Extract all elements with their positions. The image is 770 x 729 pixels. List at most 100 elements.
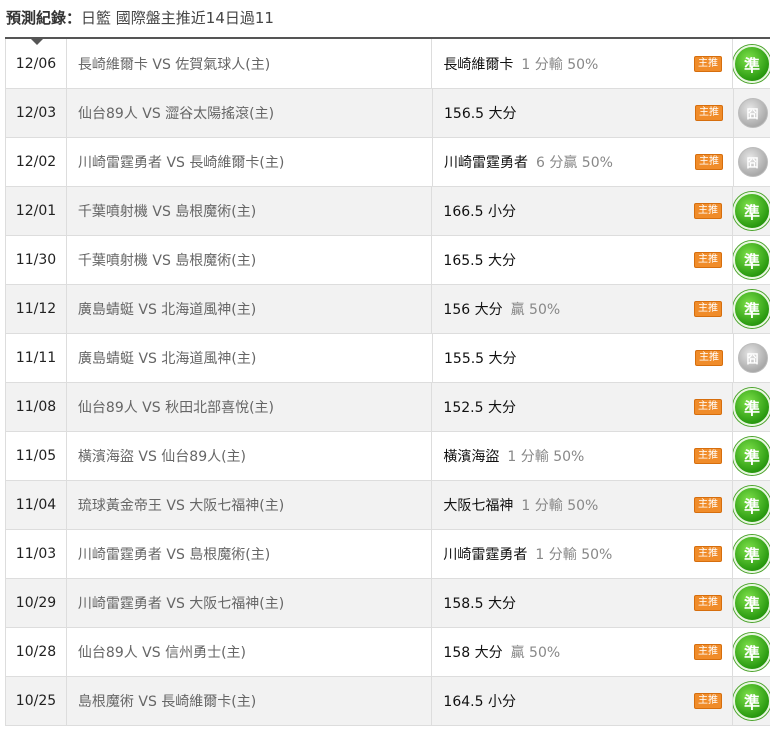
pick-detail: 1 分輸 50% [535,547,613,563]
result-cell: 囧 [734,138,770,186]
result-correct-icon: 準 [733,388,770,426]
pick-detail: 贏 50% [510,645,561,661]
table-row[interactable]: 11/08 仙台89人 VS 秋田北部喜悅(主) 152.5 大分 主推準 [6,383,770,432]
result-cell: 準 [733,628,770,676]
pick-detail: 贏 50% [510,302,561,318]
result-cell: 準 [733,236,770,284]
featured-badge: 主推 [695,105,723,121]
pick-label: 166.5 小分 [443,204,516,220]
header: 預測紀錄：日籃 國際盤主推近14日過11 [0,0,770,36]
result-correct-icon: 準 [733,486,770,524]
match-cell[interactable]: 川崎雷霆勇者 VS 島根魔術(主) [67,530,433,578]
result-cell: 準 [733,530,770,578]
result-cell: 準 [733,39,770,88]
page-title: 預測紀錄：日籃 國際盤主推近14日過11 [6,7,274,28]
result-correct-icon: 準 [733,682,770,720]
table-row[interactable]: 12/06 長崎維爾卡 VS 佐賀氣球人(主) 長崎維爾卡 1 分輸 50% 主推準 [6,39,770,89]
featured-badge: 主推 [694,399,723,415]
featured-badge: 主推 [695,154,723,170]
pick-cell: 長崎維爾卡 1 分輸 50% 主推 [432,39,734,88]
pick-cell: 165.5 大分 主推 [432,236,734,284]
match-cell[interactable]: 川崎雷霆勇者 VS 大阪七福神(主) [67,579,433,627]
table-row[interactable]: 12/02 川崎雷霆勇者 VS 長崎維爾卡(主) 川崎雷霆勇者 6 分贏 50% 主推囧 [6,138,770,187]
match-cell[interactable]: 仙台89人 VS 澀谷太陽搖滾(主) [67,89,433,137]
match-cell[interactable]: 川崎雷霆勇者 VS 長崎維爾卡(主) [67,138,433,186]
date-cell: 11/04 [6,481,67,529]
pick-cell: 川崎雷霆勇者 1 分輸 50% 主推 [432,530,734,578]
result-correct-icon: 準 [733,437,770,475]
date-cell: 12/06 [6,39,67,88]
result-cell: 囧 [734,89,770,137]
result-correct-icon: 準 [733,584,770,622]
result-correct-icon: 準 [733,44,770,83]
table-row[interactable]: 11/05 橫濱海盜 VS 仙台89人(主) 橫濱海盜 1 分輸 50% 主推準 [6,432,770,481]
table-row[interactable]: 11/04 琉球黃金帝王 VS 大阪七福神(主) 大阪七福神 1 分輸 50% 主推準 [6,481,770,530]
date-cell: 11/11 [6,334,67,382]
result-miss-icon: 囧 [737,98,768,128]
result-cell: 準 [733,187,770,235]
pick-label: 156 大分 [443,302,503,318]
date-cell: 10/25 [6,677,67,725]
pick-label: 大阪七福神 [443,498,514,514]
title-text: 日籃 國際盤主推近14日過11 [81,9,274,27]
pick-label: 橫濱海盜 [443,449,500,465]
match-cell[interactable]: 仙台89人 VS 秋田北部喜悅(主) [67,383,433,431]
table-row[interactable]: 11/12 廣島蜻蜓 VS 北海道風神(主) 156 大分贏 50% 主推準 [6,285,770,334]
match-cell[interactable]: 島根魔術 VS 長崎維爾卡(主) [67,677,433,725]
date-cell: 12/02 [6,138,67,186]
featured-badge: 主推 [694,301,723,317]
result-correct-icon: 準 [733,535,770,573]
table-row[interactable]: 12/03 仙台89人 VS 澀谷太陽搖滾(主) 156.5 大分 主推囧 [6,89,770,138]
date-cell: 10/29 [6,579,67,627]
table-row[interactable]: 10/28 仙台89人 VS 信州勇士(主) 158 大分贏 50% 主推準 [6,628,770,677]
pick-label: 155.5 大分 [444,351,517,367]
match-cell[interactable]: 仙台89人 VS 信州勇士(主) [67,628,433,676]
pick-detail: 1 分輸 50% [521,498,599,514]
featured-badge: 主推 [694,55,723,72]
pick-label: 165.5 大分 [443,253,516,269]
result-correct-icon: 準 [733,192,770,230]
date-cell: 10/28 [6,628,67,676]
pick-label: 川崎雷霆勇者 [444,155,528,171]
match-cell[interactable]: 橫濱海盜 VS 仙台89人(主) [67,432,433,480]
pick-cell: 大阪七福神 1 分輸 50% 主推 [432,481,734,529]
pick-cell: 152.5 大分 主推 [432,383,734,431]
match-cell[interactable]: 長崎維爾卡 VS 佐賀氣球人(主) [67,39,433,88]
featured-badge: 主推 [694,595,723,611]
table-row[interactable]: 12/01 千葉噴射機 VS 島根魔術(主) 166.5 小分 主推準 [6,187,770,236]
match-cell[interactable]: 千葉噴射機 VS 島根魔術(主) [67,236,433,284]
pick-label: 156.5 大分 [444,106,517,122]
table-row[interactable]: 11/03 川崎雷霆勇者 VS 島根魔術(主) 川崎雷霆勇者 1 分輸 50% 主推準 [6,530,770,579]
pick-label: 152.5 大分 [443,400,516,416]
match-cell[interactable]: 千葉噴射機 VS 島根魔術(主) [67,187,433,235]
table-row[interactable]: 10/25 島根魔術 VS 長崎維爾卡(主) 164.5 小分 主推準 [6,677,770,726]
result-cell: 準 [733,579,770,627]
pick-detail: 1 分輸 50% [507,449,585,465]
result-cell: 囧 [734,334,770,382]
date-cell: 11/05 [6,432,67,480]
date-cell: 11/30 [6,236,67,284]
title-prefix: 預測紀錄： [6,9,82,27]
pick-cell: 158 大分贏 50% 主推 [432,628,734,676]
pick-cell: 156 大分贏 50% 主推 [432,285,734,333]
table-row[interactable]: 11/30 千葉噴射機 VS 島根魔術(主) 165.5 大分 主推準 [6,236,770,285]
pick-cell: 155.5 大分 主推 [433,334,734,382]
prediction-table: 12/06 長崎維爾卡 VS 佐賀氣球人(主) 長崎維爾卡 1 分輸 50% 主推準 12… [5,39,770,726]
result-cell: 準 [733,677,770,725]
pick-label: 長崎維爾卡 [443,56,514,73]
featured-badge: 主推 [694,546,723,562]
table-row[interactable]: 10/29 川崎雷霆勇者 VS 大阪七福神(主) 158.5 大分 主推準 [6,579,770,628]
featured-badge: 主推 [695,350,723,366]
match-cell[interactable]: 廣島蜻蜓 VS 北海道風神(主) [67,285,433,333]
pick-label: 川崎雷霆勇者 [443,547,528,563]
date-cell: 12/03 [6,89,67,137]
table-row[interactable]: 11/11 廣島蜻蜓 VS 北海道風神(主) 155.5 大分 主推囧 [6,334,770,383]
date-cell: 11/08 [6,383,67,431]
pick-cell: 164.5 小分 主推 [432,677,734,725]
pick-cell: 156.5 大分 主推 [433,89,734,137]
pick-detail: 6 分贏 50% [536,155,613,171]
match-cell[interactable]: 琉球黃金帝王 VS 大阪七福神(主) [67,481,433,529]
match-cell[interactable]: 廣島蜻蜓 VS 北海道風神(主) [67,334,433,382]
date-cell: 12/01 [6,187,67,235]
result-cell: 準 [733,285,770,333]
